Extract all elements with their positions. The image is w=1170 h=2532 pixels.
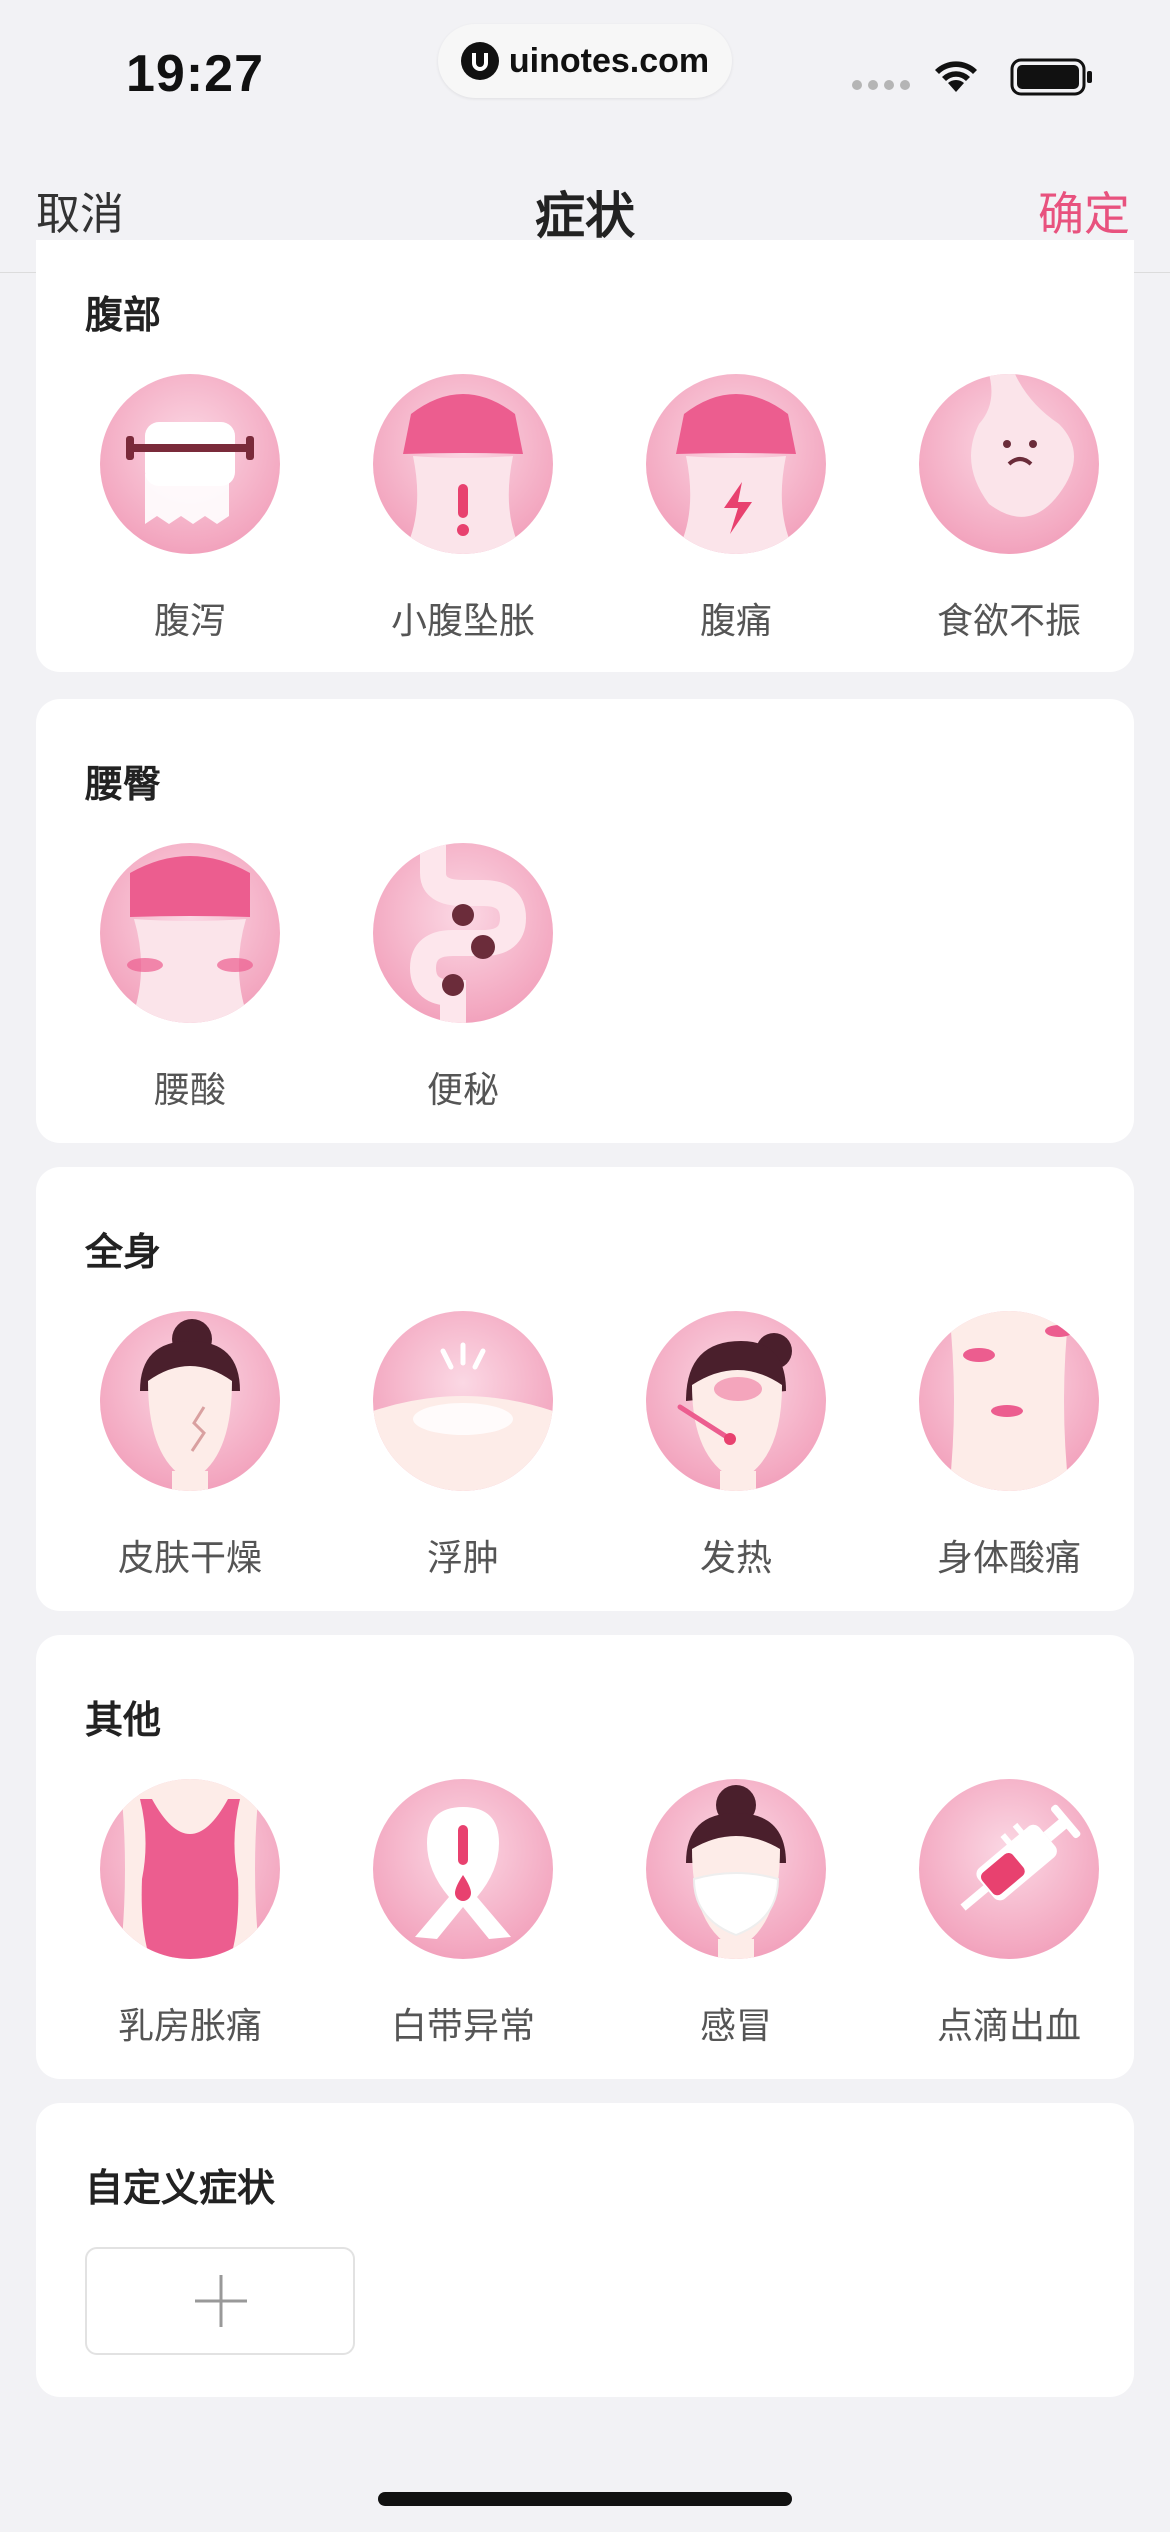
section-title: 其他: [85, 1698, 162, 1742]
section-abdomen: 腹部 腹泻 小腹坠胀 腹痛 食欲不振: [36, 240, 1134, 672]
wifi-icon: [935, 61, 977, 92]
home-indicator[interactable]: [378, 2492, 792, 2506]
symptom-body-ache[interactable]: 身体酸痛: [889, 1311, 1129, 1581]
ribbon-alert-icon: [373, 1779, 553, 1959]
section-title: 腹部: [85, 293, 162, 337]
fever-thermometer-icon: [646, 1311, 826, 1491]
face-mask-icon: [646, 1779, 826, 1959]
symptom-label: 身体酸痛: [936, 1538, 1081, 1579]
battery-icon: [1010, 58, 1092, 96]
waist-ache-icon: [100, 843, 280, 1023]
plus-icon: [195, 2275, 247, 2327]
symptom-label: 皮肤干燥: [117, 1538, 262, 1579]
symptom-spotting[interactable]: 点滴出血: [889, 1779, 1129, 2049]
dry-skin-face-icon: [100, 1311, 280, 1491]
body-ache-icon: [919, 1311, 1099, 1491]
symptom-fever[interactable]: 发热: [616, 1311, 856, 1581]
symptom-label: 腰酸: [153, 1070, 226, 1111]
toilet-paper-icon: [100, 374, 280, 554]
symptom-label: 点滴出血: [936, 2006, 1081, 2047]
symptom-label: 腹泻: [153, 601, 226, 642]
section-waist: 腰臀 腰酸 便秘: [36, 699, 1134, 1143]
symptom-label: 便秘: [426, 1070, 499, 1111]
symptom-label: 小腹坠胀: [390, 601, 535, 642]
section-title: 全身: [85, 1230, 162, 1274]
section-title: 腰臀: [85, 762, 162, 806]
symptom-breast-tenderness[interactable]: 乳房胀痛: [70, 1779, 310, 2049]
intestine-icon: [373, 843, 553, 1023]
section-other: 其他 乳房胀痛 白带异常 感冒 点滴出血: [36, 1635, 1134, 2079]
symptom-constipation[interactable]: 便秘: [343, 843, 583, 1113]
lower-belly-alert-icon: [373, 374, 553, 554]
section-custom: 自定义症状: [36, 2103, 1134, 2397]
symptom-label: 食欲不振: [936, 601, 1081, 642]
symptom-abnormal-discharge[interactable]: 白带异常: [343, 1779, 583, 2049]
symptom-label: 白带异常: [390, 2006, 535, 2047]
syringe-blood-icon: [919, 1779, 1099, 1959]
symptom-loss-of-appetite[interactable]: 食欲不振: [889, 374, 1129, 644]
symptom-abdominal-pain[interactable]: 腹痛: [616, 374, 856, 644]
symptom-back-ache[interactable]: 腰酸: [70, 843, 310, 1113]
page-title: 症状: [535, 187, 635, 245]
url-text: uinotes.com: [508, 41, 710, 80]
symptom-label: 浮肿: [426, 1538, 499, 1579]
symptom-cold[interactable]: 感冒: [616, 1779, 856, 2049]
confirm-button[interactable]: 确定: [1038, 178, 1130, 244]
cellular-signal-icon: [852, 80, 910, 90]
symptom-diarrhea[interactable]: 腹泻: [70, 374, 310, 644]
symptom-label: 感冒: [699, 2006, 772, 2047]
symptom-label: 腹痛: [699, 601, 772, 642]
url-pill[interactable]: uinotes.com: [438, 24, 732, 98]
symptom-swelling[interactable]: 浮肿: [343, 1311, 583, 1581]
section-whole-body: 全身 皮肤干燥 浮肿 发热 身体酸痛: [36, 1167, 1134, 1611]
belly-pain-icon: [646, 374, 826, 554]
symptom-label: 乳房胀痛: [117, 2006, 262, 2047]
stomach-sad-icon: [919, 374, 1099, 554]
site-logo-icon: [460, 42, 499, 80]
add-custom-symptom-button[interactable]: [85, 2247, 355, 2355]
status-bar: 19:27 uinotes.com: [0, 0, 1170, 150]
symptom-label: 发热: [699, 1538, 772, 1579]
section-title: 自定义症状: [85, 2166, 276, 2210]
symptom-lower-belly-bloating[interactable]: 小腹坠胀: [343, 374, 583, 644]
swelling-icon: [373, 1311, 553, 1491]
symptom-dry-skin[interactable]: 皮肤干燥: [70, 1311, 310, 1581]
breast-icon: [100, 1779, 280, 1959]
status-time: 19:27: [126, 45, 264, 103]
